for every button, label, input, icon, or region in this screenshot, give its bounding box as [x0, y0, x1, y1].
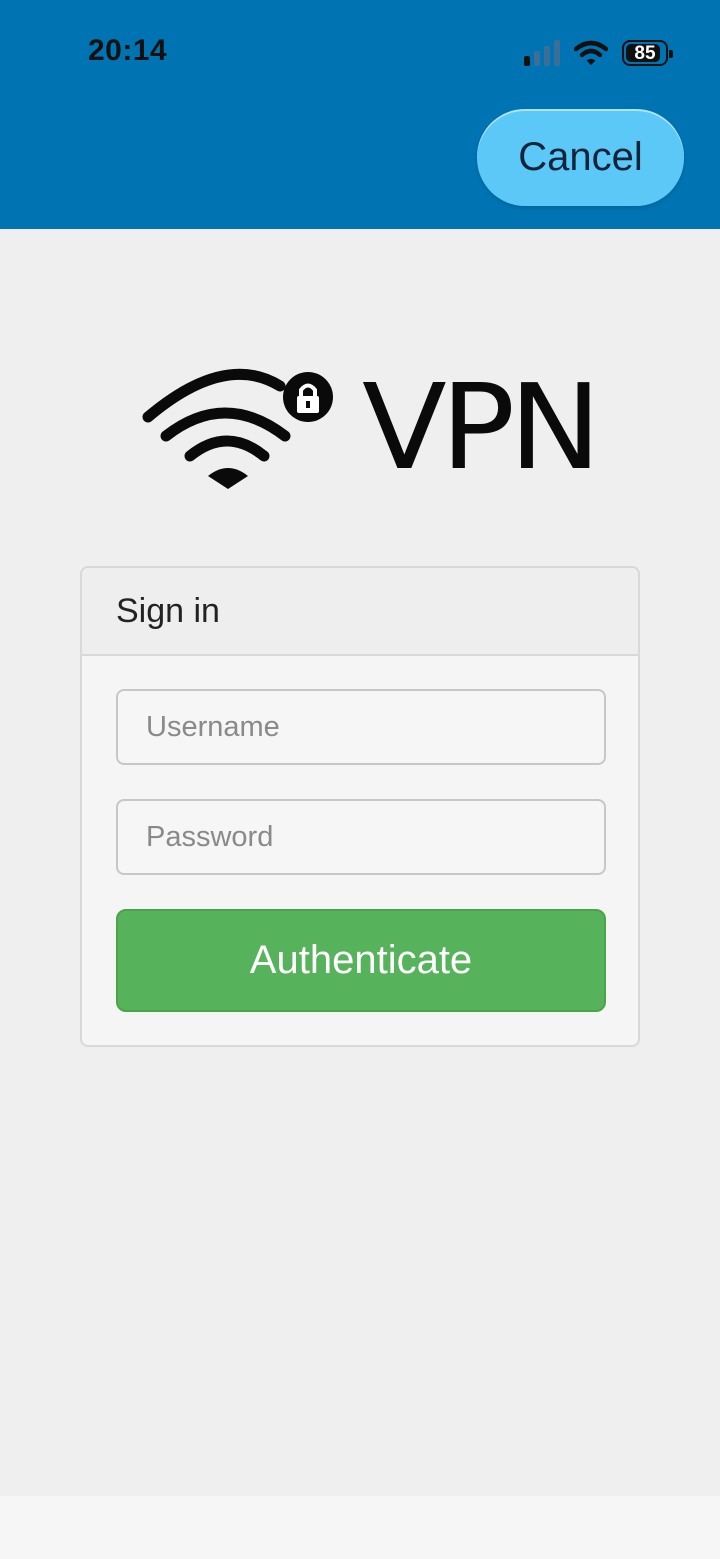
battery-level: 85	[634, 42, 656, 64]
logo-text: VPN	[362, 358, 602, 496]
cancel-button[interactable]: Cancel	[477, 109, 684, 206]
status-icons: 85	[524, 36, 673, 70]
top-bar: 20:14 85 Cancel	[0, 0, 720, 229]
username-input[interactable]	[116, 689, 606, 765]
cellular-signal-icon	[524, 40, 560, 66]
wifi-lock-icon	[142, 368, 333, 489]
bottom-strip	[0, 1496, 720, 1559]
signin-panel: Sign in Authenticate	[80, 566, 640, 1047]
wifi-icon	[574, 40, 608, 65]
vpn-logo: VPN	[140, 360, 602, 495]
signin-title: Sign in	[82, 568, 638, 656]
authenticate-button[interactable]: Authenticate	[116, 909, 606, 1012]
password-input[interactable]	[116, 799, 606, 875]
battery-icon: 85	[622, 40, 673, 66]
status-time: 20:14	[88, 34, 168, 67]
